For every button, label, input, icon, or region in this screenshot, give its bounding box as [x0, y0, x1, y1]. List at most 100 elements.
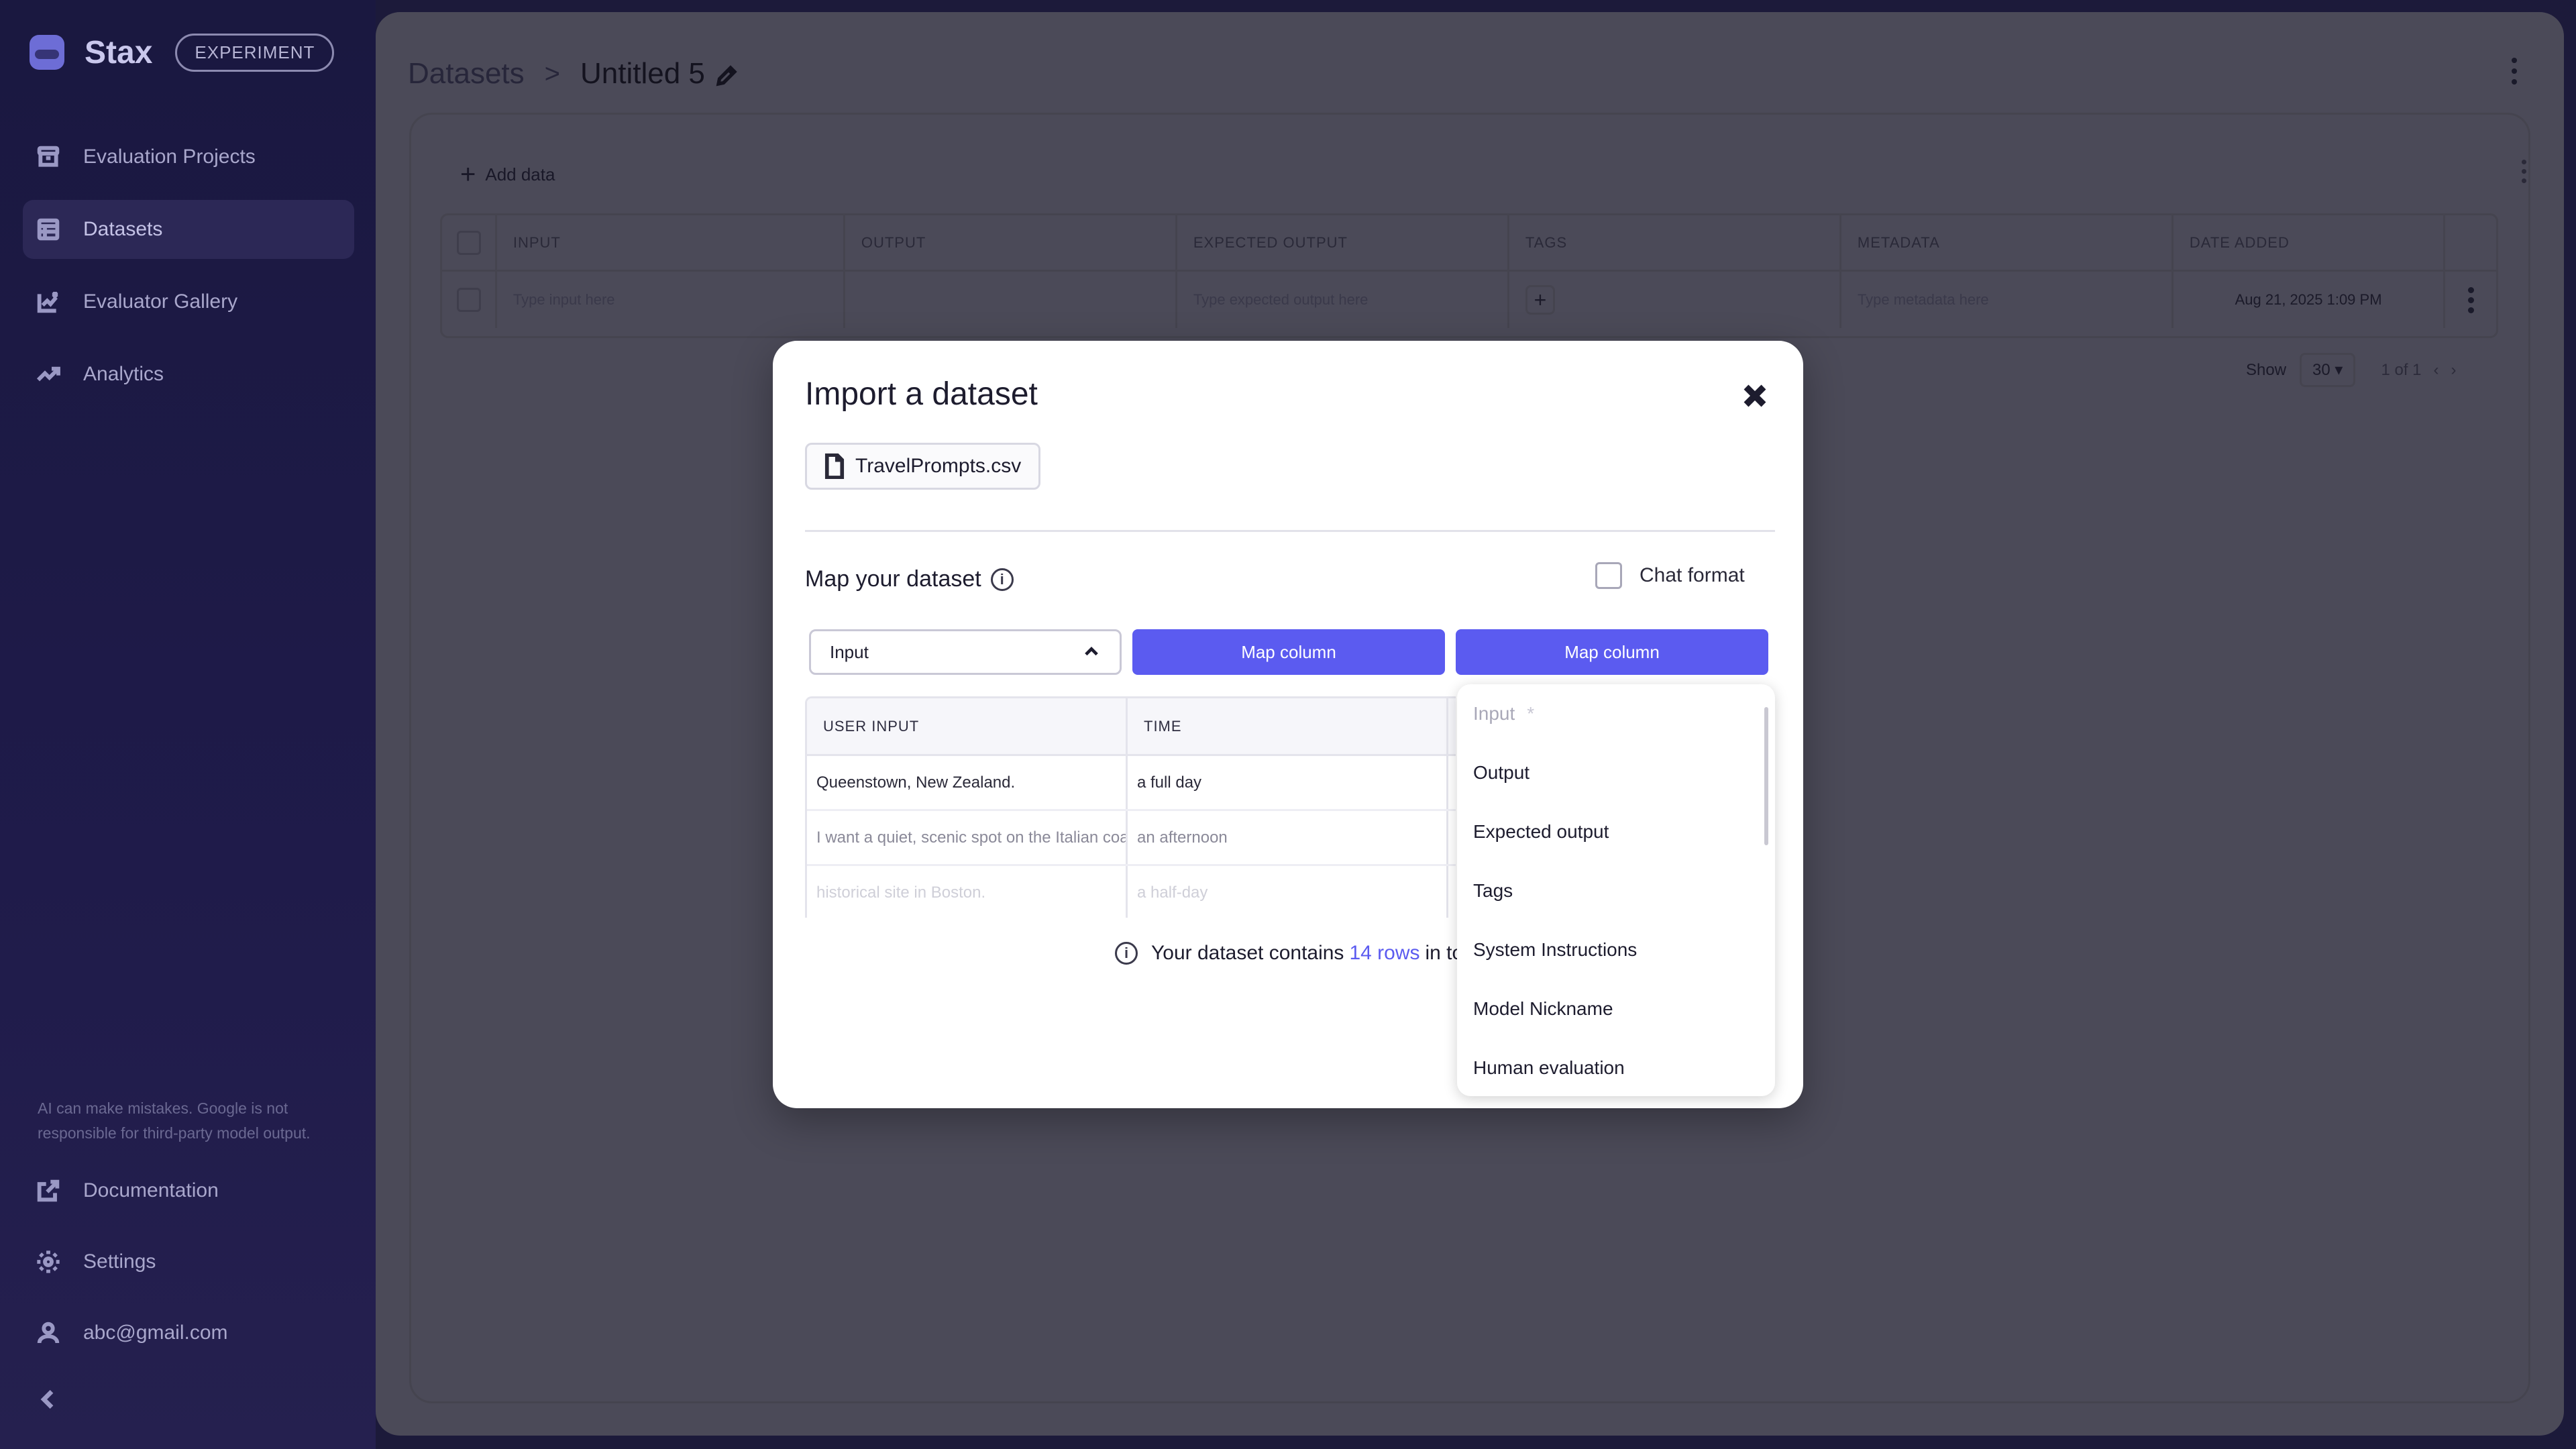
preview-column-header: USER INPUT — [807, 698, 1128, 754]
info-icon[interactable]: i — [990, 568, 1014, 591]
add-data-button[interactable]: + Add data — [460, 160, 555, 190]
add-data-label: Add data — [485, 164, 555, 184]
input-cell[interactable]: Type input here — [497, 272, 845, 328]
sidebar-item-evaluator-gallery[interactable]: Evaluator Gallery — [23, 272, 354, 331]
add-tag-button[interactable]: + — [1525, 285, 1555, 315]
page-size-value: 30 — [2312, 361, 2330, 379]
preview-row: historical site in Boston. a half-day — [807, 866, 1456, 918]
show-label: Show — [2246, 360, 2287, 379]
prev-page-icon[interactable]: ‹ — [2434, 361, 2439, 380]
dataset-table: INPUT OUTPUT EXPECTED OUTPUT TAGS METADA… — [440, 213, 2498, 338]
dropdown-option-output[interactable]: Output — [1457, 743, 1775, 802]
collapse-sidebar-icon[interactable] — [35, 1386, 62, 1413]
column-type-select[interactable]: Input — [809, 629, 1122, 675]
map-column-button[interactable]: Map column — [1456, 629, 1768, 675]
preview-header: USER INPUT TIME — [807, 698, 1456, 756]
external-link-icon — [34, 1176, 63, 1205]
dropdown-option-expected-output[interactable]: Expected output — [1457, 802, 1775, 861]
expected-output-cell[interactable]: Type expected output here — [1177, 272, 1509, 328]
metadata-cell[interactable]: Type metadata here — [1841, 272, 2174, 328]
chat-format-label: Chat format — [1640, 564, 1745, 586]
breadcrumb-separator: > — [544, 58, 560, 89]
sidebar-item-label: Evaluator Gallery — [83, 290, 238, 313]
row-checkbox[interactable] — [457, 288, 481, 312]
pagination: Show 30 ▾ 1 of 1 ‹ › — [2246, 353, 2457, 387]
row-more-icon[interactable] — [2467, 286, 2474, 313]
dropdown-option-model-nickname[interactable]: Model Nickname — [1457, 979, 1775, 1038]
experiment-badge: EXPERIMENT — [175, 33, 335, 72]
table-row: Type input here Type expected output her… — [442, 272, 2496, 328]
select-all-cell — [442, 215, 497, 270]
sidebar-item-label: Settings — [83, 1250, 156, 1273]
preview-cell: I want a quiet, scenic spot on the Itali… — [807, 811, 1128, 864]
stax-logo-icon — [30, 35, 64, 70]
page-info: 1 of 1 — [2381, 360, 2422, 379]
close-icon[interactable] — [1737, 378, 1772, 413]
table-icon — [34, 215, 63, 244]
preview-row: Queenstown, New Zealand. a full day — [807, 756, 1456, 811]
next-page-icon[interactable]: › — [2451, 361, 2457, 380]
page-size-select[interactable]: 30 ▾ — [2300, 353, 2356, 387]
sidebar-item-label: Documentation — [83, 1179, 219, 1201]
import-dataset-modal: Import a dataset TravelPrompts.csv Map y… — [773, 341, 1803, 1108]
brand-name: Stax — [85, 34, 153, 70]
sidebar-item-evaluation-projects[interactable]: Evaluation Projects — [23, 127, 354, 186]
sidebar-bottom-nav: Documentation Settings abc@gmail.com — [23, 1161, 354, 1374]
gear-icon — [34, 1247, 63, 1277]
dropdown-option-human-evaluation[interactable]: Human evaluation — [1457, 1038, 1775, 1096]
dataset-preview-table: USER INPUT TIME Queenstown, New Zealand.… — [805, 696, 1456, 918]
column-header: DATE ADDED — [2174, 215, 2446, 270]
column-header: EXPECTED OUTPUT — [1177, 215, 1509, 270]
caret-down-icon: ▾ — [2334, 361, 2343, 379]
chart-add-icon — [34, 287, 63, 317]
file-name: TravelPrompts.csv — [855, 455, 1022, 477]
required-marker: * — [1527, 703, 1535, 724]
preview-cell: an afternoon — [1128, 811, 1448, 864]
preview-cell: historical site in Boston. — [807, 866, 1128, 918]
breadcrumb-datasets-link[interactable]: Datasets — [408, 57, 525, 91]
option-label: Input — [1473, 703, 1515, 724]
modal-title: Import a dataset — [805, 376, 1038, 412]
column-header: OUTPUT — [845, 215, 1177, 270]
dropdown-option-system-instructions[interactable]: System Instructions — [1457, 920, 1775, 979]
more-options-icon[interactable] — [2508, 58, 2521, 90]
sidebar-item-documentation[interactable]: Documentation — [23, 1161, 354, 1221]
column-header: TAGS — [1509, 215, 1841, 270]
sidebar-item-label: abc@gmail.com — [83, 1322, 228, 1344]
dropdown-option-input: Input * — [1457, 684, 1775, 743]
dropdown-option-tags[interactable]: Tags — [1457, 861, 1775, 920]
column-type-value: Input — [830, 641, 869, 662]
table-header: INPUT OUTPUT EXPECTED OUTPUT TAGS METADA… — [442, 215, 2496, 272]
pencil-icon[interactable] — [714, 62, 739, 87]
file-chip: TravelPrompts.csv — [805, 443, 1041, 490]
disclaimer: AI can make mistakes. Google is not resp… — [38, 1099, 311, 1142]
sidebar-item-label: Evaluation Projects — [83, 146, 256, 168]
date-added-cell: Aug 21, 2025 1:09 PM — [2174, 272, 2446, 328]
sidebar-item-account[interactable]: abc@gmail.com — [23, 1303, 354, 1363]
page-title: Untitled 5 — [580, 57, 705, 90]
map-column-button[interactable]: Map column — [1132, 629, 1445, 675]
sidebar-item-settings[interactable]: Settings — [23, 1232, 354, 1292]
panel-more-icon[interactable] — [2518, 160, 2529, 188]
summary-row-count: 14 rows — [1349, 942, 1420, 964]
user-icon — [34, 1318, 63, 1348]
column-header: METADATA — [1841, 215, 2174, 270]
plus-icon: + — [460, 160, 476, 189]
sidebar-item-analytics[interactable]: Analytics — [23, 345, 354, 404]
preview-cell: a half-day — [1128, 866, 1448, 918]
select-all-checkbox[interactable] — [457, 230, 481, 255]
file-icon — [824, 453, 845, 479]
chat-format-checkbox[interactable] — [1595, 562, 1622, 589]
sidebar-item-label: Analytics — [83, 363, 164, 385]
sidebar-item-label: Datasets — [83, 218, 163, 240]
map-dataset-label: Map your dataset — [805, 566, 981, 592]
sidebar-item-datasets[interactable]: Datasets — [23, 200, 354, 259]
column-type-dropdown: Input * Output Expected output Tags Syst… — [1457, 684, 1775, 1096]
sidebar-nav: Evaluation Projects Datasets Evaluator G… — [23, 127, 354, 417]
column-header: INPUT — [497, 215, 845, 270]
output-cell[interactable] — [845, 272, 1177, 328]
dropdown-scrollbar[interactable] — [1764, 707, 1768, 845]
chat-format-toggle[interactable]: Chat format — [1595, 562, 1745, 589]
archive-icon — [34, 142, 63, 172]
row-actions-cell — [2445, 272, 2496, 328]
